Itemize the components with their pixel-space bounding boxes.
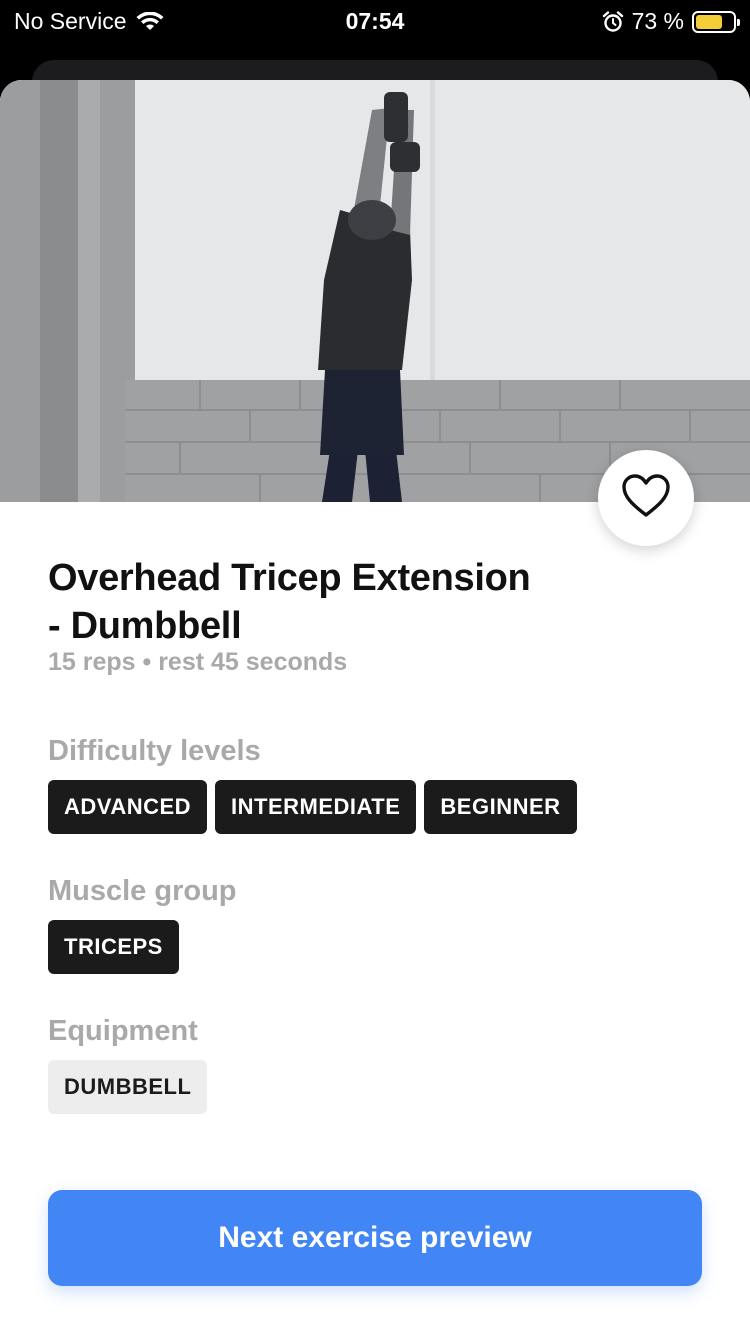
muscle-group-chips: TRICEPS — [48, 920, 179, 974]
chip-triceps: TRICEPS — [48, 920, 179, 974]
battery-icon — [692, 10, 740, 33]
favorite-button[interactable] — [598, 450, 694, 546]
next-exercise-preview-button[interactable]: Next exercise preview — [48, 1190, 702, 1286]
chip-beginner: BEGINNER — [424, 780, 577, 834]
alarm-icon — [602, 10, 624, 33]
exercise-title: Overhead Tricep Extension - Dumbbell — [48, 554, 608, 650]
exercise-video-thumbnail[interactable] — [0, 80, 750, 502]
exercise-card: Overhead Tricep Extension - Dumbbell 15 … — [0, 80, 750, 1334]
equipment-label: Equipment — [48, 1015, 198, 1047]
chip-dumbbell: DUMBBELL — [48, 1060, 208, 1114]
status-right: 73 % — [602, 8, 740, 35]
equipment-chips: DUMBBELL — [48, 1060, 208, 1114]
battery-percent: 73 % — [631, 8, 684, 34]
heart-outline-icon — [621, 473, 671, 524]
difficulty-chips: ADVANCED INTERMEDIATE BEGINNER — [48, 780, 577, 834]
muscle-group-label: Muscle group — [48, 875, 237, 907]
chip-intermediate: INTERMEDIATE — [215, 780, 417, 834]
exercise-title-line-2: - Dumbbell — [48, 605, 242, 647]
difficulty-label: Difficulty levels — [48, 735, 261, 767]
exercise-details: 15 reps • rest 45 seconds — [48, 648, 348, 676]
status-bar: No Service 07:54 73 % — [0, 0, 750, 40]
chip-advanced: ADVANCED — [48, 780, 208, 834]
exercise-title-line-1: Overhead Tricep Extension — [48, 557, 531, 599]
battery-level — [696, 14, 723, 29]
